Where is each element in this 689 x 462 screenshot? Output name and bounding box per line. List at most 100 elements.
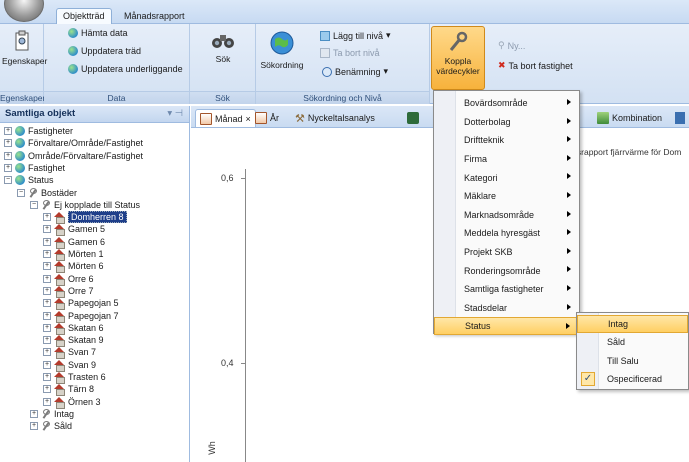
expand-icon[interactable]: + (43, 311, 51, 320)
expand-icon[interactable]: + (43, 213, 51, 222)
expand-icon[interactable]: + (43, 336, 51, 345)
tree-node[interactable]: + Trasten 6 (43, 371, 106, 384)
menu-item[interactable]: Status (434, 317, 579, 336)
menu-item[interactable]: Meddela hyresgäst (434, 224, 579, 242)
tab-manadsrapport[interactable]: Månadsrapport (117, 8, 192, 24)
tree-node[interactable]: + Förvaltare/Område/Fastighet (4, 137, 143, 149)
expand-icon[interactable]: + (4, 139, 12, 148)
expand-icon[interactable]: + (30, 409, 38, 418)
tree-node[interactable]: + Orre 6 (43, 273, 94, 286)
tree-node[interactable]: + Papegojan 7 (43, 310, 119, 323)
collapse-icon[interactable]: − (17, 188, 25, 197)
tree-node[interactable]: − Ej kopplade till Status (30, 199, 140, 211)
submenu-item[interactable]: Såld (577, 333, 688, 351)
menu-item[interactable]: Marknadsområde (434, 206, 579, 224)
egenskaper-button[interactable]: Egenskaper (2, 30, 47, 66)
tab-kombination[interactable]: Kombination (593, 109, 666, 127)
tree-node[interactable]: + Orre 7 (43, 285, 94, 298)
menu-item[interactable]: Bovärdsområde (434, 94, 579, 112)
tree-node[interactable]: + Såld (30, 420, 72, 432)
tree-node[interactable]: + Gamen 6 (43, 236, 105, 249)
submenu-arrow-icon (567, 192, 571, 198)
menu-item[interactable]: Stadsdelar (434, 299, 579, 317)
tree-node[interactable]: + Område/Förvaltare/Fastighet (4, 150, 143, 162)
tree-node[interactable]: + Skatan 6 (43, 322, 104, 335)
menu-item[interactable]: Projekt SKB (434, 243, 579, 261)
partial-tab-icon[interactable] (675, 112, 685, 124)
chart-icon (407, 112, 419, 124)
collapse-icon[interactable]: − (30, 200, 38, 209)
tree-node[interactable]: − Status (4, 174, 54, 186)
expand-icon[interactable]: + (30, 422, 38, 431)
uppdatera-trad-button[interactable]: Uppdatera träd (68, 46, 141, 56)
submenu-arrow-icon (567, 210, 571, 217)
expand-icon[interactable]: + (4, 151, 12, 160)
sok-button[interactable]: Sök (204, 30, 242, 64)
application-menu-button[interactable] (4, 0, 44, 22)
tree-node[interactable]: + Gamen 5 (43, 223, 105, 237)
menu-item[interactable]: Mäklare (434, 187, 579, 205)
ny-button[interactable]: ⚲ Ny... (498, 40, 525, 51)
tab-hidden-partial[interactable] (403, 109, 423, 127)
menu-item[interactable]: Firma (434, 150, 579, 168)
tree-node[interactable]: + Mörten 1 (43, 248, 104, 261)
koppla-label-line2: värdecykler (436, 66, 480, 76)
menu-item[interactable]: Dotterbolag (434, 113, 579, 131)
submenu-item[interactable]: Till Salu (577, 352, 688, 370)
tab-ar[interactable]: År (251, 109, 283, 127)
tree-node[interactable]: + Papegojan 5 (43, 297, 119, 311)
tree-node[interactable]: + Fastighet (4, 162, 65, 174)
expand-icon[interactable]: + (43, 237, 51, 246)
expand-icon[interactable]: + (43, 262, 51, 271)
hamta-data-button[interactable]: Hämta data (68, 28, 128, 38)
tab-manad[interactable]: Månad × (195, 109, 256, 127)
submenu-item[interactable]: Intag (577, 315, 688, 334)
expand-icon[interactable]: + (43, 323, 51, 332)
expand-icon[interactable]: + (43, 286, 51, 295)
tab-objekttrad[interactable]: Objektträd (56, 8, 112, 24)
expand-icon[interactable]: + (43, 250, 51, 258)
expand-icon[interactable]: + (4, 127, 12, 135)
koppla-vardecykler-button[interactable]: Koppla värdecykler (431, 26, 485, 90)
expand-icon[interactable]: + (4, 163, 12, 172)
tree-node[interactable]: + Örnen 3 (43, 396, 101, 409)
tree-node[interactable]: + Mörten 6 (43, 260, 104, 274)
expand-icon[interactable]: + (43, 373, 51, 381)
menu-item[interactable]: Samtliga fastigheter (434, 280, 579, 298)
tree-node[interactable]: + Svan 9 (43, 359, 96, 372)
ta-bort-niva-button[interactable]: Ta bort nivå (320, 48, 380, 58)
expand-icon[interactable]: + (43, 225, 51, 234)
panel-title: Samtliga objekt (5, 108, 76, 119)
sokordning-button[interactable]: Sökordning (260, 30, 304, 70)
tree-node[interactable]: + Tärn 8 (43, 383, 94, 397)
collapse-icon[interactable]: − (4, 176, 12, 185)
expand-icon[interactable]: + (43, 385, 51, 394)
globe-icon (15, 126, 25, 136)
ta-bort-niva-label: Ta bort nivå (333, 48, 380, 58)
pin-icon[interactable]: ▾ ⊣ (167, 108, 183, 119)
ta-bort-fastighet-button[interactable]: ✖ Ta bort fastighet (498, 60, 573, 71)
koppla-menu: Bovärdsområde Dotterbolag Driftteknik Firma… (433, 90, 580, 336)
submenu-item[interactable]: ✓ Ospecificerad (577, 370, 688, 388)
benamning-button[interactable]: Benämning ▾ (322, 66, 388, 77)
uppdatera-underliggande-button[interactable]: Uppdatera underliggande (68, 64, 183, 74)
menu-item[interactable]: Ronderingsområde (434, 261, 579, 279)
tree-node[interactable]: − Bostäder (17, 187, 77, 199)
expand-icon[interactable]: + (43, 299, 51, 308)
expand-icon[interactable]: + (43, 274, 51, 283)
lagg-till-niva-button[interactable]: Lägg till nivå ▾ (320, 30, 391, 41)
tab-nyckeltalsanalys[interactable]: ⚒ Nyckeltalsanalys (291, 109, 379, 127)
tree-node[interactable]: + Fastigheter (4, 125, 73, 137)
close-icon[interactable]: × (246, 114, 251, 124)
tree-node[interactable]: + Svan 7 (43, 346, 96, 360)
refresh-tree-icon (68, 46, 78, 56)
expand-icon[interactable]: + (43, 348, 51, 357)
menu-item[interactable]: Kategori (434, 168, 579, 186)
tree-node[interactable]: + Skatan 9 (43, 334, 104, 348)
expand-icon[interactable]: + (43, 397, 51, 406)
menu-item[interactable]: Driftteknik (434, 131, 579, 149)
tree-node[interactable]: + Intag (30, 408, 74, 420)
expand-icon[interactable]: + (43, 360, 51, 369)
tree-node[interactable]: + Domherren 8 (43, 211, 127, 225)
menu-item-label: Kategori (464, 172, 498, 183)
